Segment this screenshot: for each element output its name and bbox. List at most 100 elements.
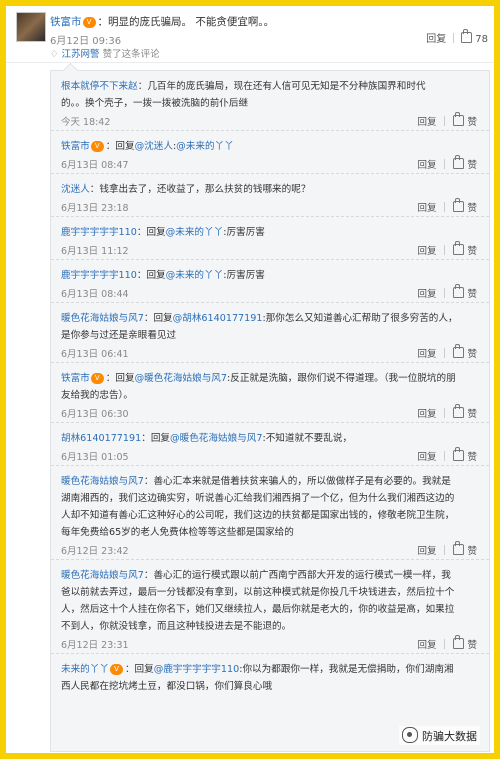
reply-text-line: 人却不知道有善心汇这种好心的公司呢，我们这边的扶贫都是国家出钱的，修敬老院卫生院… <box>61 507 481 524</box>
reply-button[interactable]: 回复 <box>417 640 436 651</box>
like-label[interactable]: 赞 <box>467 203 477 214</box>
reply-text-line: 友给我的忠告）。 <box>61 387 481 404</box>
reply-button[interactable]: 回复 <box>417 246 436 257</box>
like-icon[interactable] <box>453 541 465 555</box>
like-icon[interactable] <box>453 635 465 649</box>
reply-author-link[interactable]: 铁富市 <box>61 141 90 152</box>
reply-actions: 回复 赞 <box>417 241 477 257</box>
reply-button[interactable]: 回复 <box>417 349 436 360</box>
divider <box>444 245 446 255</box>
reply-button[interactable]: 回复 <box>417 409 436 420</box>
like-icon[interactable] <box>461 29 473 43</box>
reply-author-link[interactable]: 根本就停不下来赵 <box>61 81 138 92</box>
like-icon[interactable] <box>453 241 465 255</box>
reply-timestamp: 今天 18:42 <box>61 117 111 128</box>
reply-timestamp: 6月13日 06:41 <box>61 349 129 360</box>
reply-body: :那你怎么又知道善心汇帮助了很多穷苦的人， <box>262 313 458 324</box>
reply-actions: 回复 赞 <box>417 198 477 214</box>
reply-text-line: 爸以前就去弄过，最后一分钱都没有拿到，以前这种模式就是你投几千块钱进去，然后拉十… <box>61 584 481 601</box>
reply-timestamp: 6月13日 23:18 <box>61 203 129 214</box>
reply-body: 人却不知道有善心汇这种好心的公司呢，我们这边的扶贫都是国家出钱的，修敬老院卫生院… <box>61 510 455 521</box>
reply-body: ：回复 <box>105 141 135 152</box>
like-label[interactable]: 赞 <box>467 546 477 557</box>
like-label[interactable]: 赞 <box>467 160 477 171</box>
like-label[interactable]: 赞 <box>467 409 477 420</box>
reply-body: ：回复 <box>136 270 166 281</box>
reply-body: 不到人，你就没钱拿，而且这种钱投进去是不能退的。 <box>61 621 292 632</box>
reply-author-link[interactable]: 铁富市 <box>61 373 90 384</box>
reply-text-line: 西人民都在挖坑烤土豆，都没口锅，你们算良心哦 <box>61 678 481 695</box>
reply-button[interactable]: 回复 <box>426 34 446 45</box>
like-label[interactable]: 赞 <box>467 452 477 463</box>
reply-button[interactable]: 回复 <box>417 117 436 128</box>
reply-button[interactable]: 回复 <box>417 452 436 463</box>
like-count[interactable]: 78 <box>475 34 488 45</box>
like-label[interactable]: 赞 <box>467 246 477 257</box>
reply-body: ：回复 <box>143 313 173 324</box>
reply-author-link[interactable]: 暖色花海姑娘与风7 <box>61 570 144 581</box>
reply-body: 友给我的忠告）。 <box>61 390 133 401</box>
reply-author-link[interactable]: 鹿宇宇宇宇宇110 <box>61 270 137 281</box>
reply-body: 爸以前就去弄过，最后一分钱都没有拿到，以前这种模式就是你投几千块钱进去，然后拉十… <box>61 587 455 598</box>
like-label[interactable]: 赞 <box>467 117 477 128</box>
reply-body: ：回复 <box>124 664 154 675</box>
mention-link[interactable]: @暖色花海姑娘与风7 <box>170 433 262 444</box>
like-icon[interactable] <box>453 198 465 212</box>
mention-link[interactable]: @未来的丫丫 <box>176 141 234 152</box>
like-icon[interactable] <box>453 447 465 461</box>
comment-body: ：明显的庞氏骗局。 不能贪便宜啊。。 <box>97 16 275 28</box>
reply-actions: 回复 赞 <box>417 447 477 463</box>
reply-author-link[interactable]: 未来的丫丫 <box>61 664 109 675</box>
divider <box>444 288 446 298</box>
reply-button[interactable]: 回复 <box>417 546 436 557</box>
mention-link[interactable]: @未来的丫丫 <box>166 227 224 238</box>
divider <box>444 451 446 461</box>
author-link[interactable]: 铁富市 <box>50 16 82 28</box>
like-label[interactable]: 赞 <box>467 640 477 651</box>
reply-author-link[interactable]: 暖色花海姑娘与风7 <box>61 476 144 487</box>
mention-link[interactable]: @沈迷人 <box>135 141 173 152</box>
reply-item: 沈迷人：钱拿出去了，还收益了，那么扶贫的钱哪来的呢？ 6月13日 23:18 回复 赞 <box>51 174 489 217</box>
reply-item: 暖色花海姑娘与风7：回复@胡林6140177191:那你怎么又知道善心汇帮助了很… <box>51 303 489 363</box>
reply-button[interactable]: 回复 <box>417 203 436 214</box>
reply-author-link[interactable]: 沈迷人 <box>61 184 90 195</box>
reply-item: 胡林6140177191：回复@暖色花海姑娘与风7:不知道就不要乱说， 6月13日… <box>51 423 489 466</box>
like-icon[interactable] <box>453 112 465 126</box>
reply-button[interactable]: 回复 <box>417 289 436 300</box>
reply-author-link[interactable]: 鹿宇宇宇宇宇110 <box>61 227 137 238</box>
like-icon[interactable] <box>453 404 465 418</box>
reply-item: 未来的丫丫 V ：回复@鹿宇宇宇宇宇110:你以为都跟你一样，我就是无偿捐助，你们湖… <box>51 654 489 695</box>
mention-link[interactable]: @鹿宇宇宇宇宇110 <box>154 664 239 675</box>
reply-body: 人，然后这十个人挂在你名下，她们又继续拉人，最后你就是老大的，你的收益是高，如果… <box>61 604 455 615</box>
thumb-icon: ♢ <box>50 49 62 60</box>
avatar[interactable] <box>16 12 46 42</box>
reply-body: ：善心汇的运行模式跟以前广西南宁西部大开发的运行模式一模一样，我 <box>143 570 451 581</box>
reply-actions: 回复 赞 <box>417 155 477 171</box>
reply-thread: 根本就停不下来赵：几百年的庞氏骗局，现在还有人信可见无知是不分种族国界和时代 的。… <box>50 70 490 752</box>
like-label[interactable]: 赞 <box>467 349 477 360</box>
liked-by-link[interactable]: 江苏网警 <box>62 49 100 60</box>
like-icon[interactable] <box>453 284 465 298</box>
reply-author-link[interactable]: 暖色花海姑娘与风7 <box>61 313 144 324</box>
mention-link[interactable]: @暖色花海姑娘与风7 <box>135 373 227 384</box>
reply-text-line: 湖南湘西的，我们这边确实穷，听说善心汇给我们湘西捐了一个亿，但为什么我们湘西这边… <box>61 490 481 507</box>
reply-text-line: 胡林6140177191：回复@暖色花海姑娘与风7:不知道就不要乱说， <box>61 430 481 447</box>
reply-button[interactable]: 回复 <box>417 160 436 171</box>
reply-meta: 6月13日 23:18 回复 赞 <box>61 198 481 216</box>
mention-link[interactable]: @未来的丫丫 <box>166 270 224 281</box>
reply-body: 每年免费给65岁的老人免费体检等等这些都是国家给的 <box>61 527 294 538</box>
reply-actions: 回复 赞 <box>417 635 477 651</box>
like-icon[interactable] <box>453 344 465 358</box>
like-label[interactable]: 赞 <box>467 289 477 300</box>
reply-timestamp: 6月12日 23:31 <box>61 640 129 651</box>
like-icon[interactable] <box>453 155 465 169</box>
reply-actions: 回复 赞 <box>417 112 477 128</box>
reply-body: :不知道就不要乱说， <box>262 433 353 444</box>
reply-text-line: 沈迷人：钱拿出去了，还收益了，那么扶贫的钱哪来的呢？ <box>61 181 481 198</box>
liked-by-note: ♢ 江苏网警 赞了这条评论 <box>50 46 160 60</box>
reply-body: ：几百年的庞氏骗局，现在还有人信可见无知是不分种族国界和时代 <box>137 81 426 92</box>
reply-author-link[interactable]: 胡林6140177191 <box>61 433 141 444</box>
mention-link[interactable]: @胡林6140177191 <box>173 313 263 324</box>
vip-badge-icon: V <box>82 17 96 28</box>
reply-body: ：钱拿出去了，还收益了，那么扶贫的钱哪来的呢？ <box>89 184 311 195</box>
